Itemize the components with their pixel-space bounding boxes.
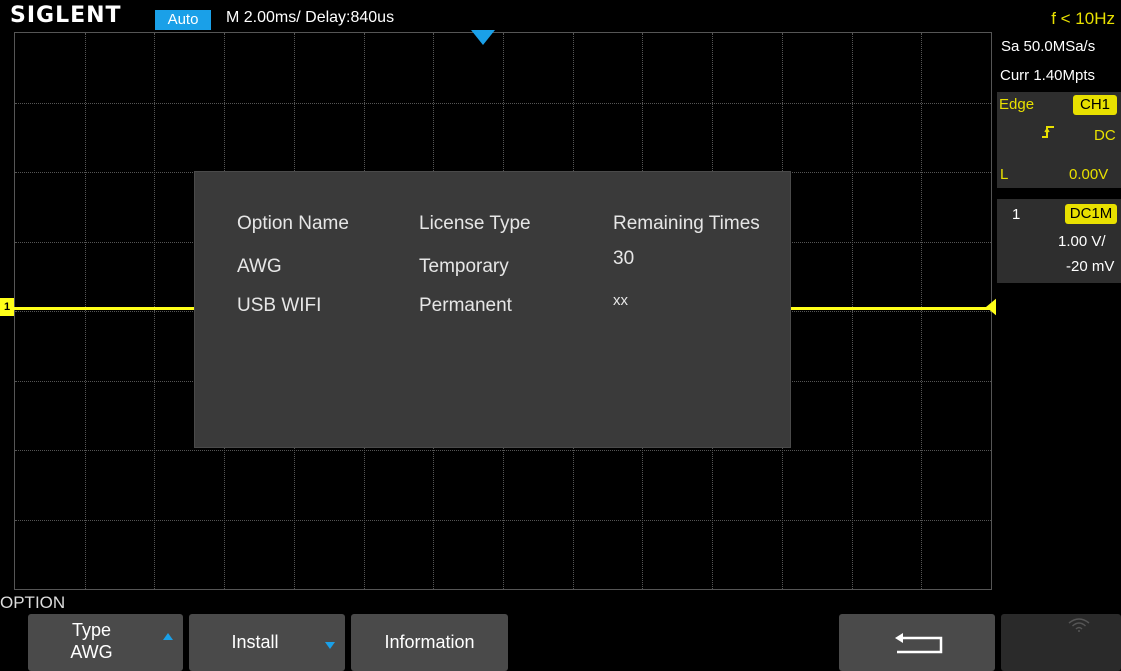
type-softkey[interactable]: Type AWG (28, 614, 183, 671)
sample-rate-readout: Sa 50.0MSa/s (1001, 38, 1096, 55)
option-license-dialog: Option Name License Type Remaining Times… (194, 171, 791, 448)
option-name-cell: AWG (237, 256, 282, 277)
frequency-counter: f < 10Hz (1051, 9, 1115, 28)
wifi-status-softkey (1001, 614, 1121, 671)
trigger-mode-badge: Auto (155, 10, 211, 30)
information-softkey-label: Information (384, 632, 475, 652)
top-status-bar: SIGLENT Auto M 2.00ms/ Delay:840us f < 1… (0, 0, 1121, 30)
channel-number: 1 (1012, 206, 1021, 223)
remaining-times-cell: xx (613, 292, 628, 309)
trigger-source-badge: CH1 (1073, 95, 1117, 115)
trigger-level-value: 0.00V (1069, 166, 1109, 183)
arrow-up-icon (163, 633, 173, 640)
memory-depth-readout: Curr 1.40Mpts (1000, 67, 1096, 84)
volts-per-div-readout: 1.00 V/ (1058, 233, 1106, 250)
header-option-name: Option Name (237, 213, 349, 234)
brand-logo: SIGLENT (10, 3, 122, 28)
channel-offset-readout: -20 mV (1066, 258, 1115, 275)
information-softkey[interactable]: Information (351, 614, 508, 671)
trigger-level-label: L (1000, 166, 1009, 183)
return-arrow-icon (895, 633, 943, 654)
trigger-type-label: Edge (999, 96, 1035, 113)
grid-horizontal-line (15, 103, 991, 104)
header-license-type: License Type (419, 213, 531, 234)
install-softkey[interactable]: Install (189, 614, 345, 671)
channel1-offset-marker[interactable]: 1 (0, 298, 14, 316)
menu-title: OPTION (0, 593, 66, 612)
rising-edge-icon (1042, 126, 1054, 138)
license-type-cell: Temporary (419, 256, 509, 277)
type-softkey-value: AWG (70, 642, 113, 662)
channel-coupling-badge: DC1M (1065, 204, 1117, 224)
timebase-readout: M 2.00ms/ Delay:840us (226, 9, 395, 26)
type-softkey-label: Type (71, 620, 112, 640)
option-name-cell: USB WIFI (237, 295, 322, 316)
return-softkey[interactable] (839, 614, 995, 671)
arrow-down-icon (325, 642, 335, 649)
grid-horizontal-line (15, 520, 991, 521)
wifi-icon (1068, 618, 1090, 632)
remaining-times-cell: 30 (613, 248, 635, 269)
header-remaining-times: Remaining Times (613, 213, 760, 234)
trigger-coupling-label: DC (1094, 127, 1116, 144)
grid-horizontal-line (15, 450, 991, 451)
trigger-position-marker[interactable] (471, 30, 495, 45)
license-type-cell: Permanent (419, 295, 512, 316)
install-softkey-label: Install (231, 632, 279, 652)
